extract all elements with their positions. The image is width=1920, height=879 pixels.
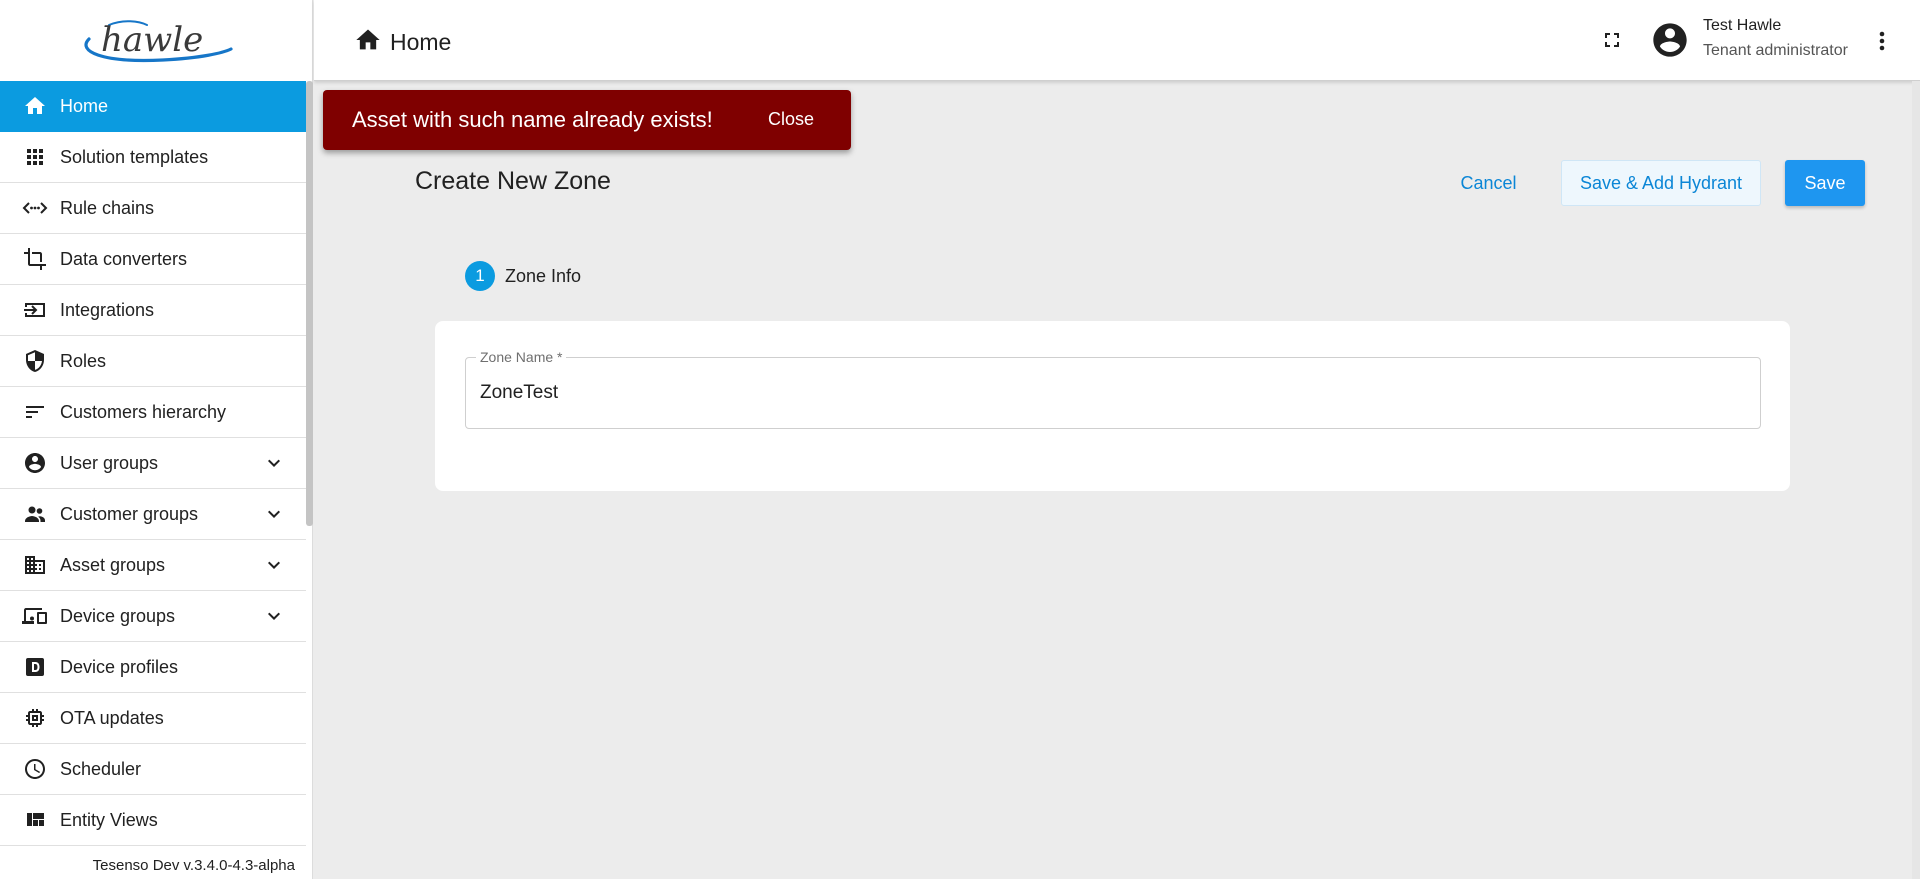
sidebar-item-roles[interactable]: Roles xyxy=(0,336,306,387)
sidebar-item-label: Asset groups xyxy=(60,554,166,575)
crop-icon xyxy=(22,246,48,272)
sidebar-scrollbar[interactable] xyxy=(306,81,313,526)
sidebar-item-device-groups[interactable]: Device groups xyxy=(0,591,306,642)
save-button[interactable]: Save xyxy=(1785,160,1865,206)
sidebar-item-label: Customers hierarchy xyxy=(60,401,227,422)
account-circle-icon xyxy=(22,450,48,476)
zone-info-card: Zone Name * xyxy=(435,321,1790,491)
sidebar-item-label: Roles xyxy=(60,350,107,371)
more-vert-icon[interactable] xyxy=(1872,26,1892,56)
sidebar-item-label: Home xyxy=(60,95,109,116)
grid-icon xyxy=(22,144,48,170)
zone-name-input[interactable] xyxy=(480,382,1740,404)
sidebar-item-entity-views[interactable]: Entity Views xyxy=(0,795,306,846)
shield-icon xyxy=(22,348,48,374)
sidebar-item-label: Device profiles xyxy=(60,656,179,677)
sidebar-item-data-converters[interactable]: Data converters xyxy=(0,234,306,285)
toast-message: Asset with such name already exists! xyxy=(352,107,713,132)
input-icon xyxy=(22,297,48,323)
user-name: Test Hawle xyxy=(1703,17,1782,34)
sidebar-item-label: Integrations xyxy=(60,299,155,320)
sidebar-item-scheduler[interactable]: Scheduler xyxy=(0,744,306,795)
step-number: 1 xyxy=(465,261,495,291)
sidebar-item-label: OTA updates xyxy=(60,707,164,728)
devices-icon xyxy=(22,603,48,629)
chevron-down-icon[interactable] xyxy=(262,553,286,577)
sidebar-item-label: User groups xyxy=(60,452,159,473)
people-icon xyxy=(22,501,48,527)
sidebar-item-label: Data converters xyxy=(60,248,188,269)
sidebar-item-ota-updates[interactable]: OTA updates xyxy=(0,693,306,744)
view-quilt-icon xyxy=(22,807,48,833)
hawle-logo[interactable]: hawle xyxy=(0,0,312,81)
version-label: Tesenso Dev v.3.4.0-4.3-alpha xyxy=(92,857,295,874)
zone-name-field[interactable]: Zone Name * xyxy=(465,349,1761,429)
clock-icon xyxy=(22,756,48,782)
sidebar-item-label: Device groups xyxy=(60,605,176,626)
sidebar-item-label: Entity Views xyxy=(60,809,158,830)
sidebar-item-device-profiles[interactable]: Device profiles xyxy=(0,642,306,693)
building-icon xyxy=(22,552,48,578)
sidebar-item-home[interactable]: Home xyxy=(0,81,306,132)
zone-name-label: Zone Name * xyxy=(476,349,567,365)
sidebar-item-label: Customer groups xyxy=(60,503,199,524)
page-title: Create New Zone xyxy=(415,167,611,195)
user-role: Tenant administrator xyxy=(1703,42,1848,59)
top-toolbar: Home Test Hawle Tenant administrator xyxy=(314,0,1920,81)
toast-close-button[interactable]: Close xyxy=(768,109,814,130)
sidebar-item-label: Rule chains xyxy=(60,197,155,218)
sidebar-item-label: Solution templates xyxy=(60,146,209,167)
home-icon xyxy=(354,26,382,59)
sidebar-item-solution-templates[interactable]: Solution templates xyxy=(0,132,306,183)
code-arrows-icon xyxy=(22,195,48,221)
sidebar-item-user-groups[interactable]: User groups xyxy=(0,438,306,489)
sidebar-item-integrations[interactable]: Integrations xyxy=(0,285,306,336)
device-profile-icon xyxy=(22,654,48,680)
sidebar: hawle Home Solution templates Rule chain… xyxy=(0,0,313,879)
page-scrollbar[interactable] xyxy=(1912,81,1920,879)
sidebar-nav: Home Solution templates Rule chains Data… xyxy=(0,81,306,846)
svg-text:hawle: hawle xyxy=(101,20,203,60)
stepper-step[interactable]: 1 Zone Info xyxy=(465,261,581,291)
chevron-down-icon[interactable] xyxy=(262,502,286,526)
error-toast: Asset with such name already exists! Clo… xyxy=(323,90,851,150)
sidebar-item-asset-groups[interactable]: Asset groups xyxy=(0,540,306,591)
avatar[interactable] xyxy=(1650,20,1690,60)
cancel-button[interactable]: Cancel xyxy=(1445,160,1532,206)
step-label: Zone Info xyxy=(505,265,582,286)
breadcrumb[interactable]: Home xyxy=(354,26,451,59)
sidebar-item-customers-hierarchy[interactable]: Customers hierarchy xyxy=(0,387,306,438)
breadcrumb-label: Home xyxy=(390,29,452,55)
save-and-add-hydrant-button[interactable]: Save & Add Hydrant xyxy=(1561,160,1761,206)
sidebar-item-label: Scheduler xyxy=(60,758,142,779)
home-icon xyxy=(22,93,48,119)
sidebar-item-rule-chains[interactable]: Rule chains xyxy=(0,183,306,234)
sidebar-item-customer-groups[interactable]: Customer groups xyxy=(0,489,306,540)
chevron-down-icon[interactable] xyxy=(262,451,286,475)
chip-icon xyxy=(22,705,48,731)
sort-icon xyxy=(22,399,48,425)
chevron-down-icon[interactable] xyxy=(262,604,286,628)
fullscreen-icon[interactable] xyxy=(1598,26,1626,54)
